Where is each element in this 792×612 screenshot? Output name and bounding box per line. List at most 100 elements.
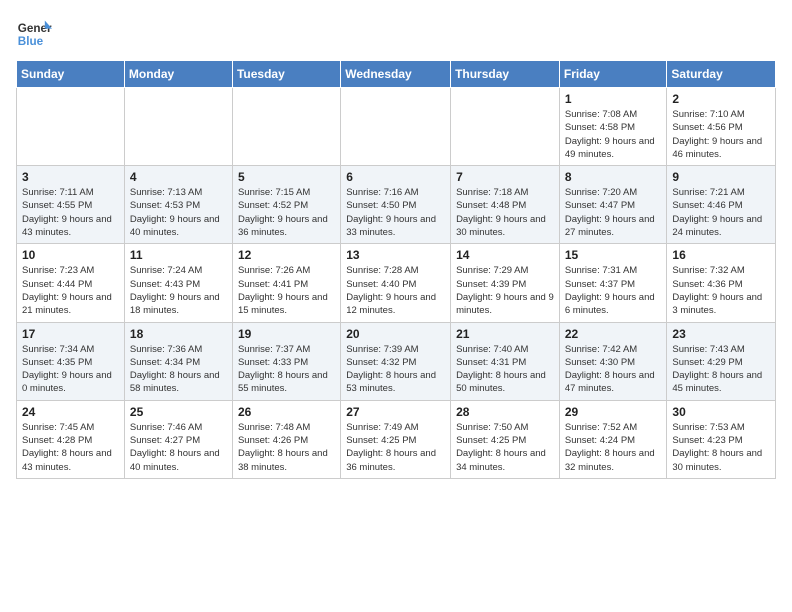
calendar-cell: 13 Sunrise: 7:28 AM Sunset: 4:40 PM Dayli… xyxy=(341,244,451,322)
day-number: 4 xyxy=(130,170,227,184)
calendar-cell: 29 Sunrise: 7:52 AM Sunset: 4:24 PM Dayli… xyxy=(559,400,667,478)
calendar-cell: 11Sunrise: 7:24 AM Sunset: 4:43 PM Dayli… xyxy=(124,244,232,322)
calendar-cell: 10 Sunrise: 7:23 AM Sunset: 4:44 PM Dayli… xyxy=(17,244,125,322)
day-number: 16 xyxy=(672,248,770,262)
day-info: Sunrise: 7:31 AM Sunset: 4:37 PM Dayligh… xyxy=(565,264,662,317)
day-info: Sunrise: 7:45 AM Sunset: 4:28 PM Dayligh… xyxy=(22,421,119,474)
day-info: Sunrise: 7:08 AM Sunset: 4:58 PM Dayligh… xyxy=(565,108,662,161)
calendar-cell: 18 Sunrise: 7:36 AM Sunset: 4:34 PM Dayli… xyxy=(124,322,232,400)
day-number: 19 xyxy=(238,327,335,341)
weekday-header: Tuesday xyxy=(232,61,340,88)
calendar-header-row: SundayMondayTuesdayWednesdayThursdayFrid… xyxy=(17,61,776,88)
calendar-cell: 27 Sunrise: 7:49 AM Sunset: 4:25 PM Dayli… xyxy=(341,400,451,478)
calendar-cell: 19 Sunrise: 7:37 AM Sunset: 4:33 PM Dayli… xyxy=(232,322,340,400)
day-number: 26 xyxy=(238,405,335,419)
day-info: Sunrise: 7:37 AM Sunset: 4:33 PM Dayligh… xyxy=(238,343,335,396)
day-number: 3 xyxy=(22,170,119,184)
calendar-cell: 15 Sunrise: 7:31 AM Sunset: 4:37 PM Dayli… xyxy=(559,244,667,322)
weekday-header: Saturday xyxy=(667,61,776,88)
day-number: 15 xyxy=(565,248,662,262)
day-number: 21 xyxy=(456,327,554,341)
day-number: 8 xyxy=(565,170,662,184)
calendar-cell: 1Sunrise: 7:08 AM Sunset: 4:58 PM Daylig… xyxy=(559,88,667,166)
day-info: Sunrise: 7:28 AM Sunset: 4:40 PM Dayligh… xyxy=(346,264,445,317)
day-info: Sunrise: 7:40 AM Sunset: 4:31 PM Dayligh… xyxy=(456,343,554,396)
day-number: 23 xyxy=(672,327,770,341)
day-number: 7 xyxy=(456,170,554,184)
calendar-week-row: 3 Sunrise: 7:11 AM Sunset: 4:55 PM Daylig… xyxy=(17,166,776,244)
calendar-cell: 23 Sunrise: 7:43 AM Sunset: 4:29 PM Dayli… xyxy=(667,322,776,400)
day-number: 2 xyxy=(672,92,770,106)
calendar-cell: 30 Sunrise: 7:53 AM Sunset: 4:23 PM Dayli… xyxy=(667,400,776,478)
page-header: General Blue xyxy=(16,16,776,52)
day-info: Sunrise: 7:10 AM Sunset: 4:56 PM Dayligh… xyxy=(672,108,770,161)
day-number: 9 xyxy=(672,170,770,184)
calendar-cell: 24 Sunrise: 7:45 AM Sunset: 4:28 PM Dayli… xyxy=(17,400,125,478)
day-info: Sunrise: 7:29 AM Sunset: 4:39 PM Dayligh… xyxy=(456,264,554,317)
calendar-cell: 17 Sunrise: 7:34 AM Sunset: 4:35 PM Dayli… xyxy=(17,322,125,400)
calendar-cell: 7 Sunrise: 7:18 AM Sunset: 4:48 PM Daylig… xyxy=(451,166,560,244)
day-info: Sunrise: 7:24 AM Sunset: 4:43 PM Dayligh… xyxy=(130,264,227,317)
day-number: 27 xyxy=(346,405,445,419)
calendar-cell: 26 Sunrise: 7:48 AM Sunset: 4:26 PM Dayli… xyxy=(232,400,340,478)
day-info: Sunrise: 7:50 AM Sunset: 4:25 PM Dayligh… xyxy=(456,421,554,474)
calendar-week-row: 17 Sunrise: 7:34 AM Sunset: 4:35 PM Dayli… xyxy=(17,322,776,400)
calendar-cell: 28 Sunrise: 7:50 AM Sunset: 4:25 PM Dayli… xyxy=(451,400,560,478)
day-info: Sunrise: 7:49 AM Sunset: 4:25 PM Dayligh… xyxy=(346,421,445,474)
calendar-cell: 2 Sunrise: 7:10 AM Sunset: 4:56 PM Daylig… xyxy=(667,88,776,166)
day-number: 14 xyxy=(456,248,554,262)
day-info: Sunrise: 7:46 AM Sunset: 4:27 PM Dayligh… xyxy=(130,421,227,474)
calendar-table: SundayMondayTuesdayWednesdayThursdayFrid… xyxy=(16,60,776,479)
calendar-cell: 9Sunrise: 7:21 AM Sunset: 4:46 PM Daylig… xyxy=(667,166,776,244)
day-number: 17 xyxy=(22,327,119,341)
calendar-cell xyxy=(451,88,560,166)
day-info: Sunrise: 7:23 AM Sunset: 4:44 PM Dayligh… xyxy=(22,264,119,317)
day-number: 22 xyxy=(565,327,662,341)
day-number: 18 xyxy=(130,327,227,341)
day-info: Sunrise: 7:48 AM Sunset: 4:26 PM Dayligh… xyxy=(238,421,335,474)
day-number: 25 xyxy=(130,405,227,419)
calendar-week-row: 1Sunrise: 7:08 AM Sunset: 4:58 PM Daylig… xyxy=(17,88,776,166)
logo-icon: General Blue xyxy=(16,16,52,52)
day-number: 30 xyxy=(672,405,770,419)
calendar-cell: 22 Sunrise: 7:42 AM Sunset: 4:30 PM Dayli… xyxy=(559,322,667,400)
calendar-cell xyxy=(341,88,451,166)
calendar-cell xyxy=(17,88,125,166)
day-number: 10 xyxy=(22,248,119,262)
day-info: Sunrise: 7:36 AM Sunset: 4:34 PM Dayligh… xyxy=(130,343,227,396)
day-info: Sunrise: 7:42 AM Sunset: 4:30 PM Dayligh… xyxy=(565,343,662,396)
day-info: Sunrise: 7:20 AM Sunset: 4:47 PM Dayligh… xyxy=(565,186,662,239)
day-info: Sunrise: 7:43 AM Sunset: 4:29 PM Dayligh… xyxy=(672,343,770,396)
day-info: Sunrise: 7:16 AM Sunset: 4:50 PM Dayligh… xyxy=(346,186,445,239)
day-number: 12 xyxy=(238,248,335,262)
calendar-cell xyxy=(124,88,232,166)
day-number: 6 xyxy=(346,170,445,184)
day-info: Sunrise: 7:15 AM Sunset: 4:52 PM Dayligh… xyxy=(238,186,335,239)
svg-text:Blue: Blue xyxy=(18,35,44,48)
day-info: Sunrise: 7:53 AM Sunset: 4:23 PM Dayligh… xyxy=(672,421,770,474)
day-number: 29 xyxy=(565,405,662,419)
day-number: 13 xyxy=(346,248,445,262)
day-info: Sunrise: 7:26 AM Sunset: 4:41 PM Dayligh… xyxy=(238,264,335,317)
weekday-header: Friday xyxy=(559,61,667,88)
calendar-cell xyxy=(232,88,340,166)
calendar-cell: 20 Sunrise: 7:39 AM Sunset: 4:32 PM Dayli… xyxy=(341,322,451,400)
day-info: Sunrise: 7:32 AM Sunset: 4:36 PM Dayligh… xyxy=(672,264,770,317)
logo: General Blue xyxy=(16,16,52,52)
weekday-header: Thursday xyxy=(451,61,560,88)
day-info: Sunrise: 7:11 AM Sunset: 4:55 PM Dayligh… xyxy=(22,186,119,239)
day-number: 28 xyxy=(456,405,554,419)
day-info: Sunrise: 7:39 AM Sunset: 4:32 PM Dayligh… xyxy=(346,343,445,396)
day-number: 24 xyxy=(22,405,119,419)
day-info: Sunrise: 7:34 AM Sunset: 4:35 PM Dayligh… xyxy=(22,343,119,396)
calendar-cell: 14 Sunrise: 7:29 AM Sunset: 4:39 PM Dayli… xyxy=(451,244,560,322)
weekday-header: Wednesday xyxy=(341,61,451,88)
calendar-cell: 16 Sunrise: 7:32 AM Sunset: 4:36 PM Dayli… xyxy=(667,244,776,322)
day-info: Sunrise: 7:52 AM Sunset: 4:24 PM Dayligh… xyxy=(565,421,662,474)
calendar-cell: 4Sunrise: 7:13 AM Sunset: 4:53 PM Daylig… xyxy=(124,166,232,244)
weekday-header: Sunday xyxy=(17,61,125,88)
calendar-cell: 12 Sunrise: 7:26 AM Sunset: 4:41 PM Dayli… xyxy=(232,244,340,322)
calendar-cell: 3 Sunrise: 7:11 AM Sunset: 4:55 PM Daylig… xyxy=(17,166,125,244)
day-number: 20 xyxy=(346,327,445,341)
day-info: Sunrise: 7:18 AM Sunset: 4:48 PM Dayligh… xyxy=(456,186,554,239)
